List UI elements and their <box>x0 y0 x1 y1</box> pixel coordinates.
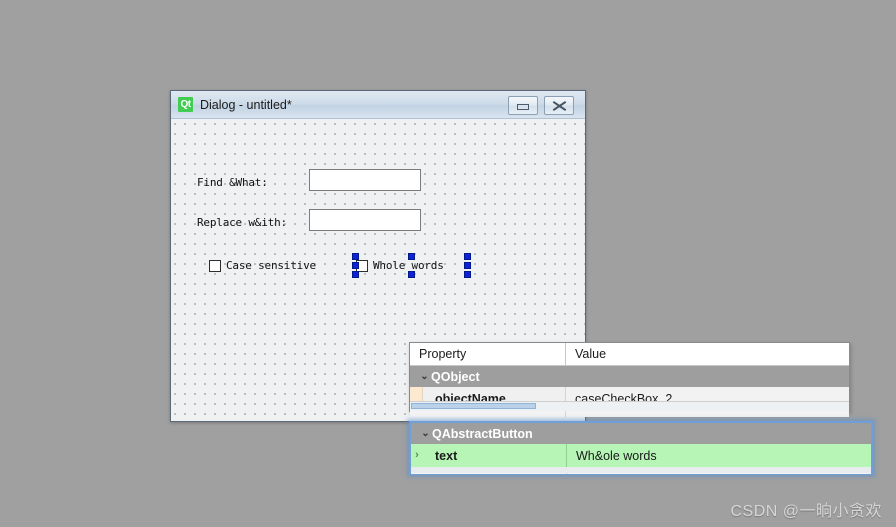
scrollbar-thumb[interactable] <box>411 403 536 409</box>
checkbox-whole-words[interactable]: Whole words <box>356 259 444 272</box>
selection-handle-top-right[interactable] <box>464 253 471 260</box>
minimize-button[interactable] <box>508 96 538 115</box>
property-group-label: QAbstractButton <box>432 426 533 441</box>
selection-handle-middle-right[interactable] <box>464 262 471 269</box>
panel-bottom-strip <box>411 467 871 473</box>
property-value[interactable]: Wh&ole words <box>567 444 871 467</box>
checkbox-case-sensitive-label: Case sensitive <box>226 259 316 272</box>
property-editor-panel-upper[interactable]: Property Value ⌄ QObject objectName case… <box>409 342 850 417</box>
chevron-down-icon[interactable]: ⌄ <box>418 371 431 382</box>
chevron-down-icon[interactable]: ⌄ <box>419 428 432 439</box>
checkbox-indicator-icon[interactable] <box>209 259 221 272</box>
selection-handle-bottom-center[interactable] <box>408 271 415 278</box>
dialog-titlebar[interactable]: Qt Dialog - untitled* <box>171 91 585 119</box>
column-header-value[interactable]: Value <box>566 343 849 365</box>
property-group-qabstractbutton[interactable]: ⌄ QAbstractButton <box>411 423 871 444</box>
table-row-partial <box>410 410 849 417</box>
find-what-input[interactable] <box>309 169 421 191</box>
horizontal-scrollbar[interactable] <box>410 401 849 411</box>
label-find-what[interactable]: Find &What: <box>197 176 268 189</box>
checkbox-case-sensitive[interactable]: Case sensitive <box>209 259 316 272</box>
property-table-header: Property Value <box>410 343 849 366</box>
selection-handle-middle-left[interactable] <box>352 262 359 269</box>
property-group-value-cell <box>566 366 849 387</box>
property-editor-panel-lower[interactable]: ⌄ QAbstractButton › text Wh&ole words <box>409 421 873 475</box>
selection-handle-bottom-left[interactable] <box>352 271 359 278</box>
dialog-title: Dialog - untitled* <box>200 97 292 112</box>
property-group-label: QObject <box>431 369 480 384</box>
column-header-property[interactable]: Property <box>410 343 566 365</box>
selection-handle-top-left[interactable] <box>352 253 359 260</box>
property-group-value-cell <box>567 423 871 444</box>
watermark-text: CSDN @一晌小贪欢 <box>730 503 882 520</box>
property-name: text <box>435 448 458 463</box>
close-icon <box>553 100 566 111</box>
selection-handle-bottom-right[interactable] <box>464 271 471 278</box>
close-button[interactable] <box>544 96 574 115</box>
label-replace-with[interactable]: Replace w&ith: <box>197 216 287 229</box>
selection-handle-top-center[interactable] <box>408 253 415 260</box>
minimize-icon <box>517 104 529 110</box>
chevron-right-icon[interactable]: › <box>411 444 423 467</box>
property-group-qobject[interactable]: ⌄ QObject <box>410 366 849 387</box>
qt-logo-icon: Qt <box>178 97 193 112</box>
replace-with-input[interactable] <box>309 209 421 231</box>
table-row[interactable]: › text Wh&ole words <box>411 444 871 467</box>
